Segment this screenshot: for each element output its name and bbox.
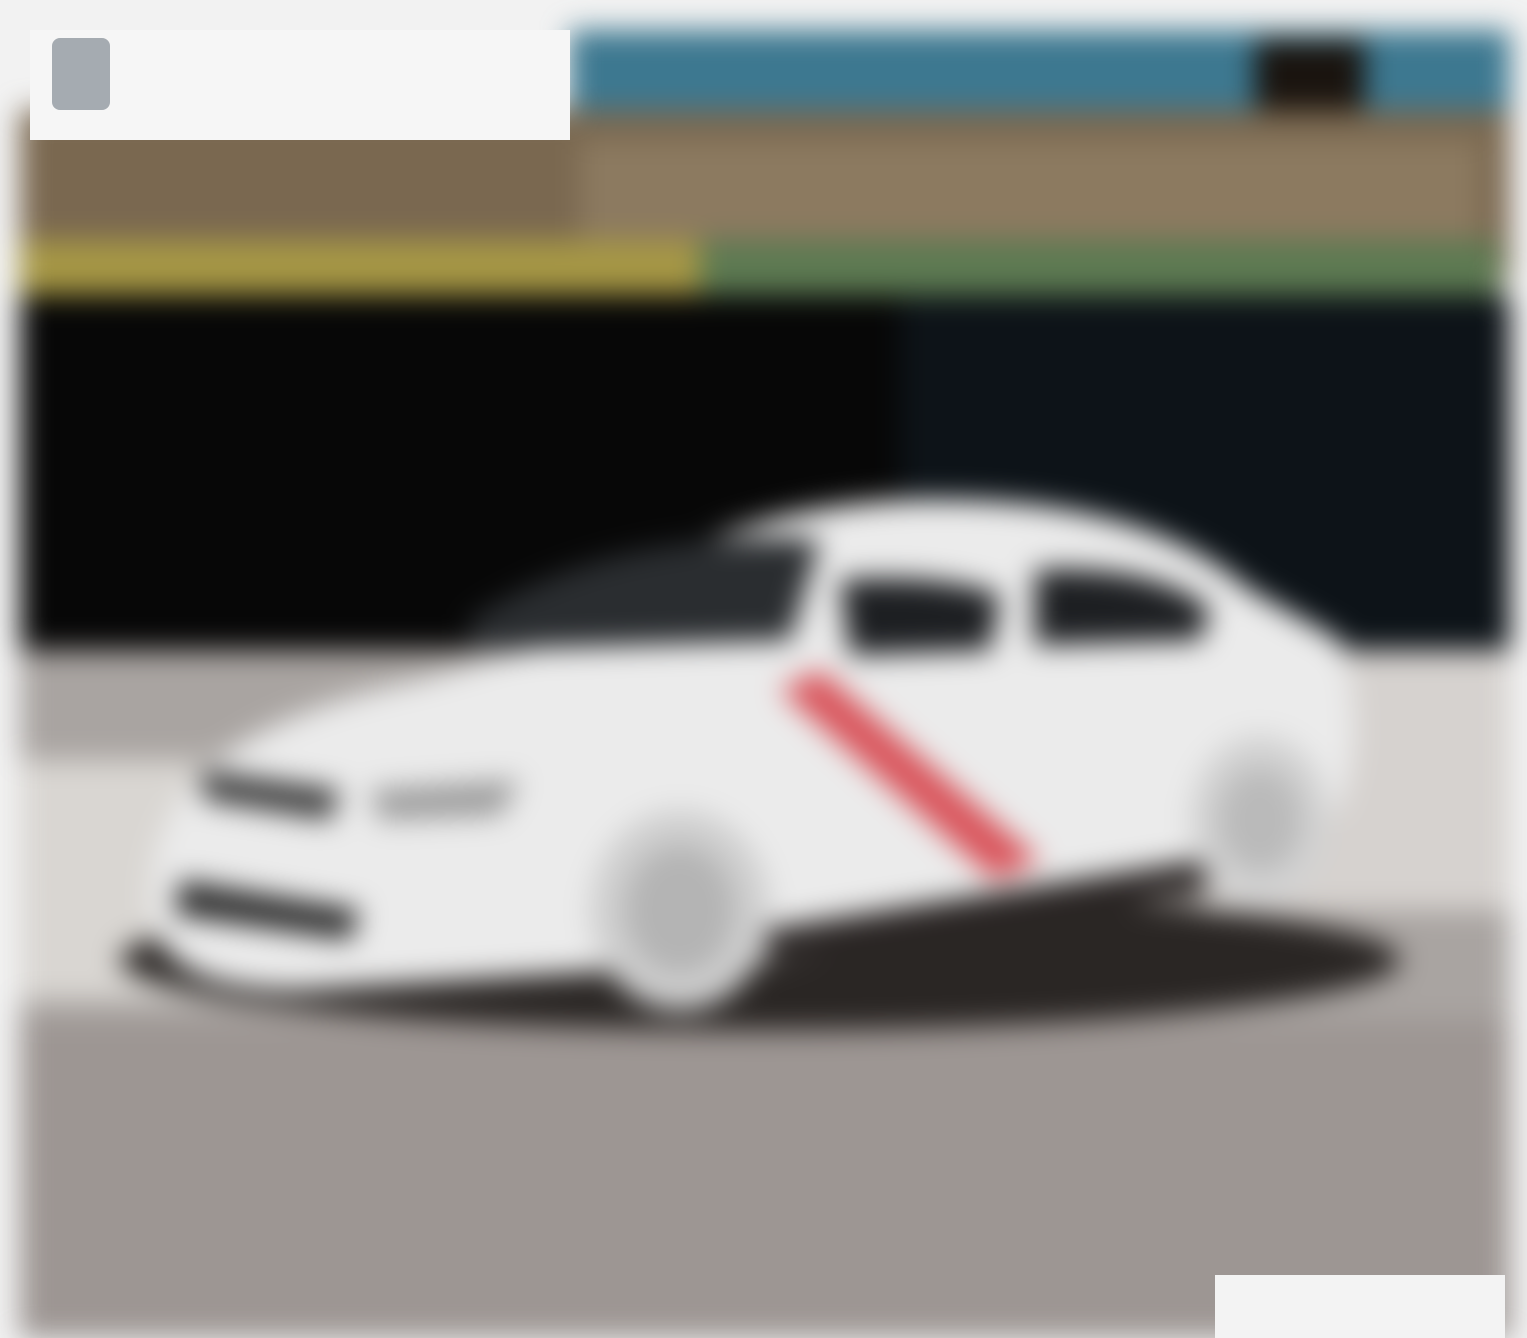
green-strip — [700, 240, 1500, 300]
car-front-rim — [625, 845, 735, 975]
brand-emblem-icon — [52, 38, 110, 110]
brand-wordmark — [160, 40, 490, 102]
car-rear-rim — [1218, 768, 1302, 872]
photo-caption — [250, 1150, 1260, 1220]
sky-band — [570, 30, 1510, 120]
building-windows — [580, 140, 1480, 240]
corner-watermark — [1215, 1275, 1505, 1338]
yellow-strip — [20, 240, 720, 300]
photo-frame — [0, 0, 1527, 1338]
car-front-window — [840, 578, 1000, 655]
car-photo — [0, 0, 1527, 1338]
car-photo-scene — [20, 30, 1510, 1338]
